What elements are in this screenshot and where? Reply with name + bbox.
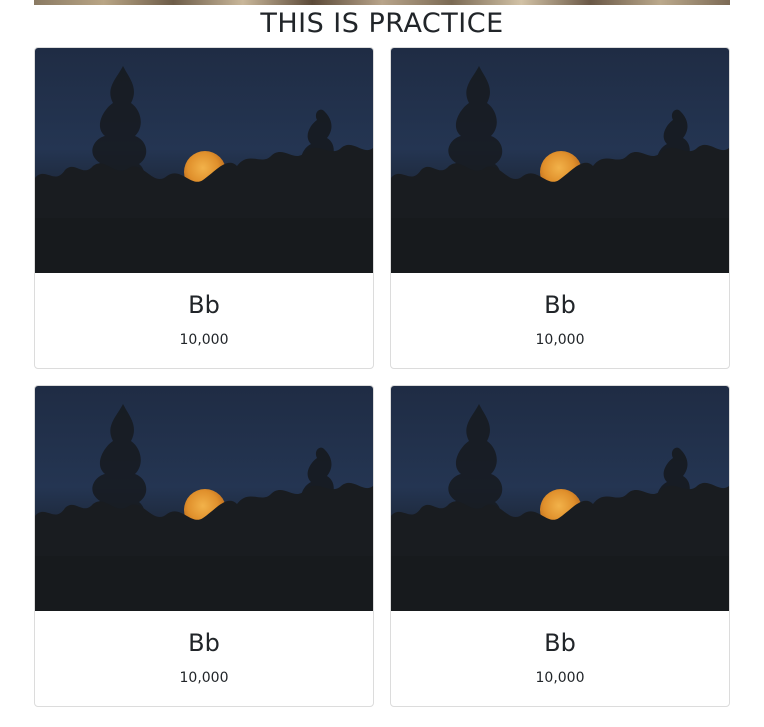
product-name: Bb — [188, 291, 220, 319]
product-image — [35, 48, 373, 273]
card-body: Bb 10,000 — [35, 611, 373, 706]
page: THIS IS PRACTICE Bb 10,000 Bb 10,000 Bb … — [0, 0, 764, 727]
card-body: Bb 10,000 — [391, 273, 729, 368]
product-image — [391, 48, 729, 273]
product-card[interactable]: Bb 10,000 — [390, 385, 730, 707]
product-image — [35, 386, 373, 611]
product-card[interactable]: Bb 10,000 — [34, 47, 374, 369]
product-card[interactable]: Bb 10,000 — [390, 47, 730, 369]
product-price: 10,000 — [179, 332, 229, 348]
product-name: Bb — [188, 629, 220, 657]
banner-image — [34, 0, 730, 5]
product-price: 10,000 — [535, 332, 585, 348]
card-body: Bb 10,000 — [391, 611, 729, 706]
product-card[interactable]: Bb 10,000 — [34, 385, 374, 707]
page-title: THIS IS PRACTICE — [260, 8, 504, 39]
product-price: 10,000 — [179, 670, 229, 686]
product-name: Bb — [544, 629, 576, 657]
product-image — [391, 386, 729, 611]
card-body: Bb 10,000 — [35, 273, 373, 368]
product-name: Bb — [544, 291, 576, 319]
product-price: 10,000 — [535, 670, 585, 686]
